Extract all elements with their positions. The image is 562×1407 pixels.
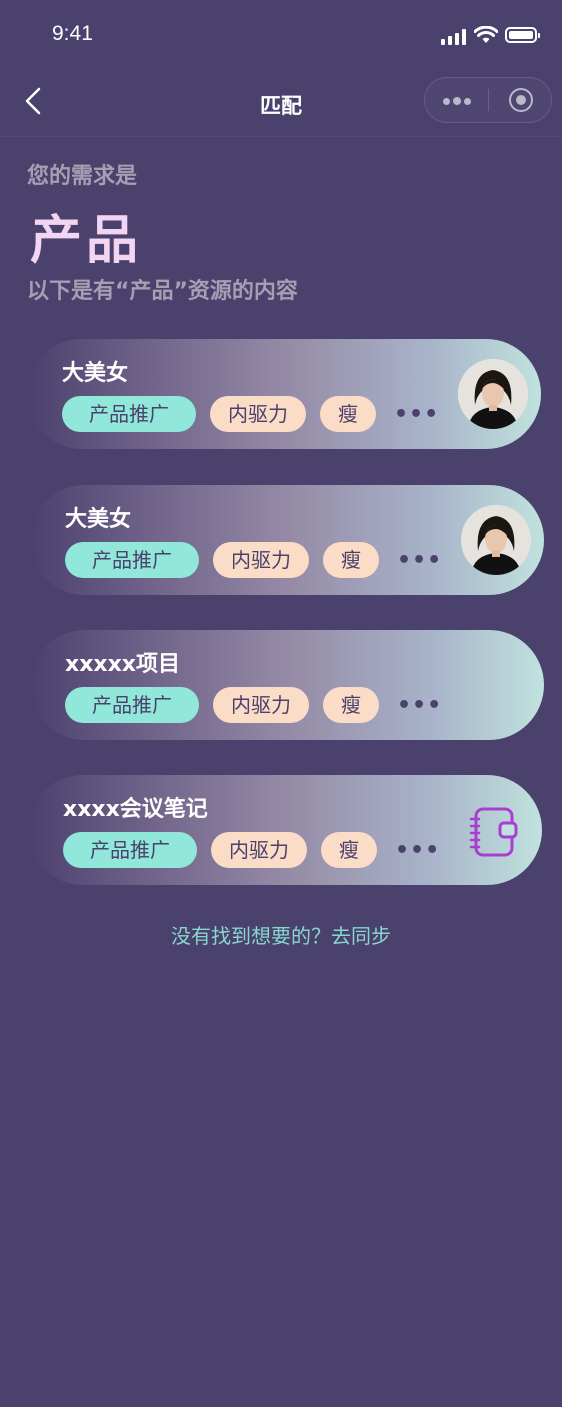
- target-dot-icon: [516, 95, 526, 105]
- need-description: 以下是有“产品”资源的内容: [27, 279, 298, 304]
- notebook-icon: [469, 807, 518, 857]
- more-tags-ellipsis[interactable]: •••: [395, 838, 440, 863]
- tag: 瘦: [323, 687, 379, 723]
- tag: 内驱力: [213, 687, 309, 723]
- tag: 产品推广: [65, 687, 199, 723]
- tag: 瘦: [320, 396, 376, 432]
- tag: 产品推广: [62, 396, 196, 432]
- result-card[interactable]: xxxxx项目 产品推广 内驱力 瘦 •••: [30, 630, 544, 740]
- card-title: xxxxx项目: [65, 652, 180, 677]
- nav-bar: 匹配: [0, 72, 562, 137]
- tag: 内驱力: [211, 832, 307, 868]
- miniprogram-capsule: [424, 77, 552, 123]
- more-tags-ellipsis[interactable]: •••: [397, 548, 442, 573]
- card-title: 大美女: [65, 507, 132, 532]
- card-title: xxxx会议笔记: [63, 797, 208, 822]
- card-title: 大美女: [62, 361, 129, 386]
- tag: 内驱力: [210, 396, 306, 432]
- result-card[interactable]: 大美女 产品推广 内驱力 瘦 •••: [30, 485, 544, 595]
- avatar: [458, 359, 528, 429]
- result-card[interactable]: 大美女 产品推广 内驱力 瘦 •••: [27, 339, 541, 449]
- tag-list: 产品推广 内驱力 瘦 •••: [63, 832, 440, 868]
- tag-list: 产品推广 内驱力 瘦 •••: [62, 396, 439, 432]
- sync-link[interactable]: 没有找到想要的？去同步: [0, 920, 562, 949]
- result-card[interactable]: xxxx会议笔记 产品推广 内驱力 瘦 •••: [28, 775, 542, 885]
- status-bar: 9:41: [0, 0, 562, 70]
- wifi-icon: [474, 26, 498, 43]
- need-value: 产品: [30, 211, 143, 271]
- tag-list: 产品推广 内驱力 瘦 •••: [65, 687, 442, 723]
- tag: 产品推广: [65, 542, 199, 578]
- tag-list: 产品推广 内驱力 瘦 •••: [65, 542, 442, 578]
- tag: 产品推广: [63, 832, 197, 868]
- status-time: 9:41: [52, 22, 93, 45]
- avatar: [461, 505, 531, 575]
- more-tags-ellipsis[interactable]: •••: [397, 693, 442, 718]
- cellular-signal-icon: [441, 29, 467, 45]
- more-dots-button[interactable]: [425, 78, 488, 122]
- tag: 瘦: [323, 542, 379, 578]
- battery-icon: [505, 27, 540, 43]
- tag: 内驱力: [213, 542, 309, 578]
- close-target-button[interactable]: [489, 78, 552, 122]
- more-tags-ellipsis[interactable]: •••: [394, 402, 439, 427]
- need-label: 您的需求是: [27, 164, 138, 189]
- tag: 瘦: [321, 832, 377, 868]
